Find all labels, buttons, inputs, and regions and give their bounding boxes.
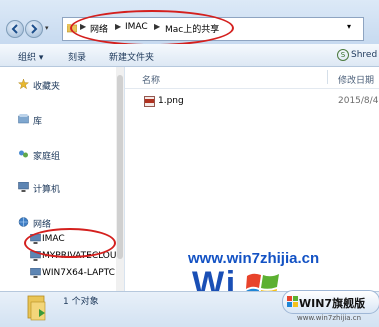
column-header-name[interactable]: 名称: [142, 73, 160, 86]
command-toolbar: 组织 ▾ 刻录 新建文件夹 S Shred: [0, 44, 379, 67]
file-row[interactable]: 1.png 2015/8/4: [142, 95, 379, 109]
history-dropdown-icon[interactable]: ▾: [45, 24, 49, 32]
address-dropdown-icon[interactable]: ▾: [347, 22, 351, 31]
forward-arrow-icon: [31, 24, 38, 34]
header-divider: [125, 88, 379, 89]
sidebar-item-label: 家庭组: [33, 152, 61, 162]
item-count: 1 个对象: [63, 297, 99, 307]
network-icon: [18, 217, 29, 227]
organize-button[interactable]: 组织 ▾: [18, 50, 43, 63]
watermark-badge: WIN7旗舰版: [282, 290, 379, 314]
watermark-badge-text: WIN7旗舰版: [299, 297, 366, 310]
file-date: 2015/8/4: [338, 96, 379, 106]
back-button[interactable]: [6, 20, 24, 38]
sidebar-item-homegroup[interactable]: 家庭组: [0, 147, 120, 163]
sidebar-item-libraries[interactable]: 库: [0, 112, 120, 128]
sidebar-item-win7x64-laptop[interactable]: WIN7X64-LAPTC: [0, 266, 120, 282]
shred-button[interactable]: Shred: [351, 50, 377, 60]
library-icon: [18, 114, 29, 124]
windows-flag-icon: [287, 296, 298, 307]
sidebar-item-label: 库: [33, 117, 43, 127]
sidebar-item-label: WIN7X64-LAPTC: [42, 268, 115, 278]
computer-icon: [18, 182, 29, 192]
column-header-date[interactable]: 修改日期: [338, 73, 374, 86]
star-icon: [18, 79, 29, 89]
sidebar-scrollbar-thumb[interactable]: [117, 75, 123, 259]
burn-button[interactable]: 刻录: [68, 50, 86, 63]
folder-icon: [27, 295, 46, 321]
annotation-circle: [24, 228, 116, 258]
annotation-circle: [70, 10, 234, 46]
homegroup-icon: [19, 150, 28, 158]
sidebar-item-label: 计算机: [33, 185, 61, 195]
sidebar-item-label: 收藏夹: [33, 82, 61, 92]
computer-icon: [30, 268, 41, 278]
sidebar-item-computer[interactable]: 计算机: [0, 180, 120, 196]
file-name: 1.png: [158, 96, 184, 106]
address-bar-area: ▾ ▶ 网络 ▶ IMAC ▶ Mac上的共享 ▾: [0, 0, 379, 46]
watermark-sub-url: www.win7zhijia.cn: [297, 314, 362, 322]
new-folder-button[interactable]: 新建文件夹: [109, 50, 154, 63]
sidebar-item-favorites[interactable]: 收藏夹: [0, 77, 120, 93]
column-separator[interactable]: [327, 70, 328, 84]
back-arrow-icon: [11, 24, 18, 34]
sidebar-item-label: 网络: [33, 220, 52, 230]
shred-icon: S: [337, 49, 349, 61]
forward-button[interactable]: [25, 20, 43, 38]
png-file-icon: [144, 96, 155, 107]
